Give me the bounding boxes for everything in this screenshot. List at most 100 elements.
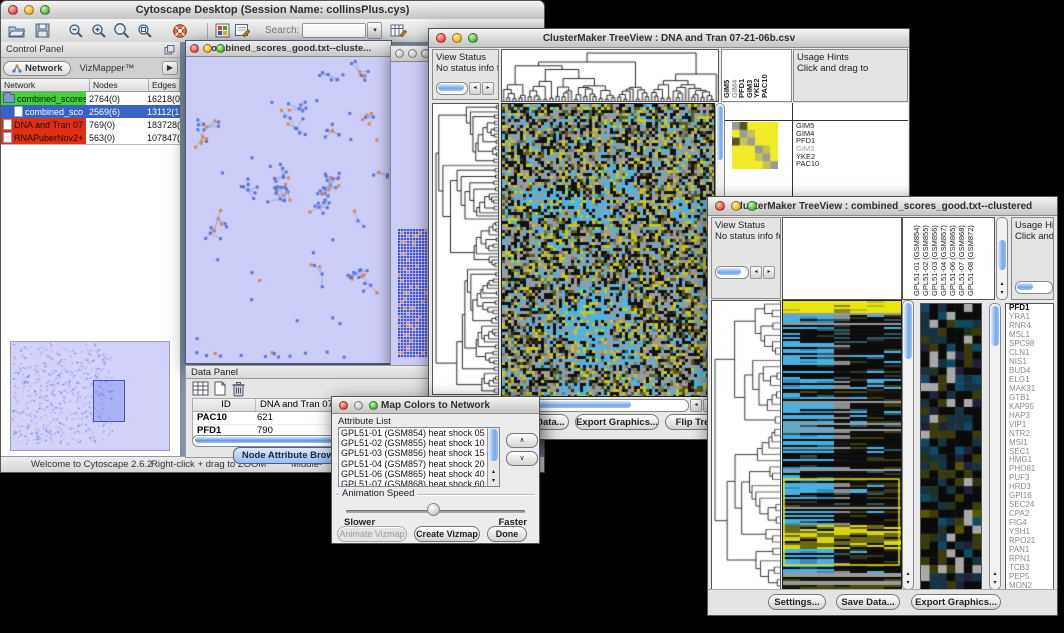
- scroll-right-arrow[interactable]: ▸: [482, 82, 494, 95]
- attribute-list-item[interactable]: GPL51-01 (GSM854) heat shock 05 min: [339, 428, 499, 438]
- close-button[interactable]: [395, 49, 404, 58]
- vizmap-button[interactable]: [213, 21, 232, 40]
- close-button[interactable]: [715, 201, 725, 211]
- column-dendrogram[interactable]: [502, 50, 718, 101]
- scroll-up-arrow[interactable]: ▴: [990, 570, 1000, 579]
- minimize-button[interactable]: [408, 49, 417, 58]
- status-hscrollbar[interactable]: ◂ ▸: [436, 82, 494, 95]
- row-dendrogram[interactable]: [712, 301, 780, 589]
- scroll-thumb[interactable]: [1017, 283, 1033, 290]
- scroll-down-arrow[interactable]: ▾: [488, 477, 499, 486]
- list-vscrollbar[interactable]: ▴ ▾: [487, 428, 499, 486]
- global-vscrollbar[interactable]: ▴ ▾: [902, 300, 914, 590]
- minimize-button[interactable]: [24, 5, 34, 15]
- scroll-track[interactable]: [715, 266, 749, 279]
- treeview1-titlebar[interactable]: ClusterMaker TreeView : DNA and Tran 07-…: [429, 29, 909, 48]
- hints-hscrollbar[interactable]: [1015, 281, 1053, 294]
- search-input[interactable]: [302, 23, 366, 38]
- zoom-fit-button[interactable]: [135, 21, 154, 40]
- zoom-button[interactable]: [747, 201, 757, 211]
- global-heatmap[interactable]: [783, 301, 901, 589]
- zoom-button[interactable]: [216, 44, 225, 53]
- save-session-button[interactable]: [33, 21, 52, 40]
- attribute-list-item[interactable]: GPL51-04 (GSM857) heat shock 20 min: [339, 459, 499, 469]
- treeview2-titlebar[interactable]: ClusterMaker TreeView : combined_scores_…: [708, 197, 1057, 216]
- attribute-list[interactable]: GPL51-01 (GSM854) heat shock 05 minGPL51…: [338, 427, 500, 487]
- zoom-button[interactable]: [468, 33, 478, 43]
- scroll-thumb[interactable]: [717, 106, 723, 160]
- tab-vizmapper[interactable]: VizMapper™: [71, 62, 142, 75]
- network-view-titlebar[interactable]: combined_scores_good.txt--cluste...: [186, 41, 391, 57]
- tab-network[interactable]: Network: [3, 61, 71, 76]
- close-button[interactable]: [190, 44, 199, 53]
- attribute-list-item[interactable]: GPL51-07 (GSM868) heat shock 60 min: [339, 479, 499, 487]
- move-up-button[interactable]: ∧: [506, 433, 538, 448]
- network-table-row[interactable]: RNAPuberNov2+563(0)107847(0): [1, 131, 180, 144]
- scroll-down-arrow[interactable]: ▾: [997, 289, 1007, 298]
- trash-icon[interactable]: [231, 381, 246, 397]
- help-button[interactable]: [170, 21, 189, 40]
- scroll-thumb[interactable]: [904, 303, 912, 359]
- minimize-button[interactable]: [203, 44, 212, 53]
- cluster-mini-heatmap[interactable]: [732, 122, 778, 169]
- dialog-titlebar[interactable]: Map Colors to Network: [332, 397, 539, 414]
- minimize-button[interactable]: [354, 401, 363, 410]
- zoom-button[interactable]: [40, 5, 50, 15]
- close-button[interactable]: [8, 5, 18, 15]
- save-data-button[interactable]: Save Data...: [836, 594, 900, 610]
- export-graphics-button[interactable]: Export Graphics...: [911, 594, 1001, 610]
- attribute-list-item[interactable]: GPL51-02 (GSM855) heat shock 10 min: [339, 438, 499, 448]
- zoom-selected-button[interactable]: [112, 21, 131, 40]
- scroll-thumb[interactable]: [438, 84, 464, 91]
- create-vizmap-button[interactable]: Create Vizmap: [414, 526, 480, 542]
- attribute-table-icon[interactable]: [192, 381, 209, 396]
- network-table-row[interactable]: DNA and Tran 07769(0)183728(0): [1, 118, 180, 131]
- scroll-thumb[interactable]: [489, 429, 498, 461]
- minimize-button[interactable]: [731, 201, 741, 211]
- network-table-row[interactable]: combined_sco2569(6)13112(15): [1, 105, 180, 118]
- animate-vizmap-button[interactable]: Animate Vizmap: [337, 526, 407, 542]
- scroll-up-arrow[interactable]: ▴: [488, 468, 499, 477]
- animation-slider-thumb[interactable]: [427, 503, 440, 516]
- close-button[interactable]: [339, 401, 348, 410]
- settings-button[interactable]: Settings...: [768, 594, 826, 610]
- overview-selection-rect[interactable]: [93, 380, 125, 422]
- attribute-list-item[interactable]: GPL51-03 (GSM856) heat shock 15 min: [339, 448, 499, 458]
- move-down-button[interactable]: ∨: [506, 451, 538, 466]
- main-heatmap[interactable]: [502, 104, 714, 396]
- search-dropdown-button[interactable]: ▾: [367, 22, 382, 39]
- scroll-track[interactable]: [1015, 281, 1053, 294]
- network-canvas[interactable]: [186, 56, 389, 361]
- close-button[interactable]: [436, 33, 446, 43]
- tab-overflow-button[interactable]: ▶: [162, 61, 178, 75]
- annotation-button[interactable]: [232, 21, 251, 40]
- scroll-thumb[interactable]: [998, 240, 1006, 270]
- scroll-up-arrow[interactable]: ▴: [903, 570, 913, 579]
- scroll-left-arrow[interactable]: ◂: [690, 399, 702, 412]
- zoom-button[interactable]: [369, 401, 378, 410]
- labels-vscrollbar[interactable]: ▴ ▾: [996, 217, 1008, 300]
- network-overview-panel[interactable]: [10, 341, 170, 451]
- zoom-vscrollbar[interactable]: ▴ ▾: [989, 303, 1001, 590]
- main-titlebar[interactable]: Cytoscape Desktop (Session Name: collins…: [1, 1, 544, 20]
- scroll-up-arrow[interactable]: ▴: [997, 280, 1007, 289]
- scroll-track[interactable]: [436, 82, 468, 95]
- row-dendrogram[interactable]: [433, 104, 498, 394]
- float-panel-icon[interactable]: [164, 45, 175, 55]
- zoom-in-button[interactable]: [89, 21, 108, 40]
- new-attribute-icon[interactable]: [213, 381, 227, 396]
- scroll-thumb[interactable]: [991, 306, 999, 346]
- open-session-button[interactable]: [7, 21, 26, 40]
- scroll-down-arrow[interactable]: ▾: [903, 579, 913, 588]
- status-hscrollbar[interactable]: ◂ ▸: [715, 266, 775, 279]
- scroll-down-arrow[interactable]: ▾: [990, 579, 1000, 588]
- table-edit-button[interactable]: [389, 21, 408, 40]
- scroll-left-arrow[interactable]: ◂: [750, 266, 762, 279]
- network-grid-canvas[interactable]: [398, 229, 429, 358]
- zoom-heatmap[interactable]: [921, 304, 981, 589]
- scroll-left-arrow[interactable]: ◂: [469, 82, 481, 95]
- zoom-out-button[interactable]: [66, 21, 85, 40]
- done-button[interactable]: Done: [487, 526, 527, 542]
- minimize-button[interactable]: [452, 33, 462, 43]
- scroll-thumb[interactable]: [717, 268, 741, 275]
